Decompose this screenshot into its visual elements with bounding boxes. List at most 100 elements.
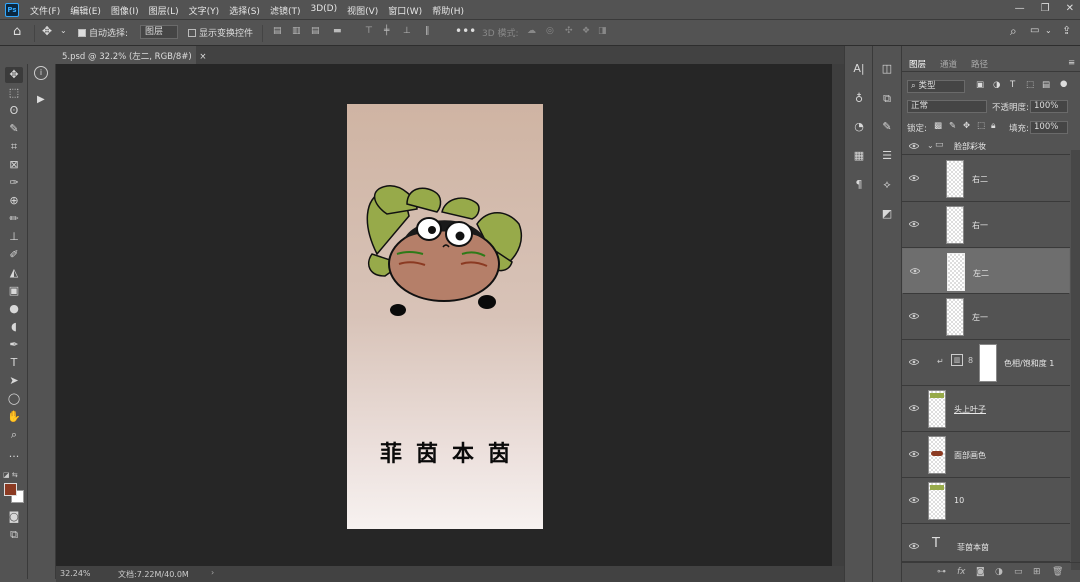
zoom-level[interactable]: 32.24% [60, 569, 91, 578]
status-arrow-icon[interactable]: › [211, 568, 214, 577]
layer-row-selected[interactable]: 左二 [902, 248, 1070, 294]
tab-channels[interactable]: 通道 [940, 58, 957, 70]
pen-tool-icon[interactable]: ✒ [5, 337, 23, 353]
visibility-eye-icon[interactable] [909, 450, 919, 458]
blur-tool-icon[interactable]: ● [5, 301, 23, 317]
visibility-eye-icon[interactable] [910, 267, 920, 275]
lock-image-icon[interactable]: ✎ [949, 121, 956, 131]
visibility-eye-icon[interactable] [909, 142, 919, 150]
clone-stamp-tool-icon[interactable]: ⊥ [5, 229, 23, 245]
learn-icon[interactable]: ♁ [850, 90, 868, 108]
marquee-tool-icon[interactable]: ⬚ [5, 85, 23, 101]
align-left-icon[interactable]: ▤ [273, 26, 282, 36]
filter-smart-object-icon[interactable]: ▤ [1042, 80, 1050, 90]
ellipse-tool-icon[interactable]: ◯ [5, 391, 23, 407]
visibility-eye-icon[interactable] [909, 542, 919, 550]
layer-row[interactable]: 右二 [902, 156, 1070, 202]
dodge-tool-icon[interactable]: ◖ [5, 319, 23, 335]
brush-settings-panel-icon[interactable]: ⟡ [878, 176, 896, 194]
gradient-tool-icon[interactable]: ▣ [5, 283, 23, 299]
chevron-down-icon[interactable]: ⌄ [1045, 26, 1052, 35]
vertical-scrollbar[interactable] [832, 64, 844, 566]
color-panel-icon[interactable]: ◔ [850, 118, 868, 136]
screen-mode-icon[interactable]: ⧉ [5, 527, 23, 543]
lasso-tool-icon[interactable]: ʘ [5, 103, 23, 119]
menu-window[interactable]: 窗口(W) [388, 4, 422, 17]
distribute-horizontal-icon[interactable]: ‖ [425, 26, 430, 36]
visibility-eye-icon[interactable] [909, 220, 919, 228]
close-button[interactable]: ✕ [1066, 3, 1074, 14]
menu-select[interactable]: 选择(S) [229, 4, 260, 17]
menu-help[interactable]: 帮助(H) [432, 4, 464, 17]
layer-row[interactable]: 右一 [902, 202, 1070, 248]
filter-shape-icon[interactable]: ⬚ [1026, 80, 1034, 90]
menu-3d[interactable]: 3D(D) [310, 4, 337, 17]
3d-orbit-icon[interactable]: ☁ [527, 26, 536, 36]
lock-position-icon[interactable]: ✥ [963, 121, 970, 131]
menu-edit[interactable]: 编辑(E) [70, 4, 101, 17]
libraries-panel-icon[interactable]: ◫ [878, 60, 896, 78]
more-options-icon[interactable]: ••• [455, 24, 476, 38]
menu-type[interactable]: 文字(Y) [189, 4, 220, 17]
filter-type-icon[interactable]: T [1010, 80, 1015, 90]
3d-scale-icon[interactable]: ◨ [598, 26, 607, 36]
swatches-panel-icon[interactable]: ▦ [850, 147, 868, 165]
3d-roll-icon[interactable]: ◎ [546, 26, 554, 36]
visibility-eye-icon[interactable] [909, 496, 919, 504]
foreground-color-swatch[interactable] [4, 483, 17, 496]
new-layer-icon[interactable]: ⊞ [1033, 567, 1041, 577]
close-tab-icon[interactable]: × [199, 52, 206, 62]
auto-select-checkbox[interactable]: 自动选择: [78, 26, 128, 39]
filter-adjustment-icon[interactable]: ◑ [993, 80, 1000, 90]
layers-scrollbar[interactable] [1071, 150, 1080, 570]
layer-row[interactable]: 10 [902, 478, 1070, 524]
delete-layer-icon[interactable]: 🗑︎ [1052, 567, 1063, 577]
path-select-tool-icon[interactable]: ➤ [5, 373, 23, 389]
info-icon[interactable]: i [34, 66, 48, 80]
move-tool-icon[interactable]: ✥ [42, 24, 52, 38]
menu-file[interactable]: 文件(F) [30, 4, 60, 17]
3d-slide-icon[interactable]: ❖ [582, 26, 590, 36]
menu-layer[interactable]: 图层(L) [149, 4, 179, 17]
visibility-eye-icon[interactable] [909, 174, 919, 182]
healing-brush-tool-icon[interactable]: ⊕ [5, 193, 23, 209]
align-right-icon[interactable]: ▤ [311, 26, 320, 36]
crop-tool-icon[interactable]: ⌗ [5, 139, 23, 155]
distribute-top-icon[interactable]: ⊤ [365, 26, 373, 36]
visibility-eye-icon[interactable] [909, 312, 919, 320]
workspace-icon[interactable]: ▭ [1030, 25, 1039, 36]
new-group-icon[interactable]: ▭ [1014, 567, 1023, 577]
move-tool-icon[interactable]: ✥ [5, 67, 23, 83]
search-icon[interactable]: ⌕ [1010, 24, 1017, 39]
layer-row-type[interactable]: T 菲茵本茵 [902, 524, 1070, 562]
fx-icon[interactable]: fx [957, 567, 966, 577]
zoom-tool-icon[interactable]: ⌕ [5, 427, 23, 443]
layer-row[interactable]: 面部画色 [902, 432, 1070, 478]
minimize-button[interactable]: — [1015, 3, 1025, 14]
tab-layers[interactable]: 图层 [909, 58, 926, 70]
adjustment-layer-icon[interactable]: ◑ [995, 567, 1003, 577]
hand-tool-icon[interactable]: ✋ [5, 409, 23, 425]
filter-kind-dropdown[interactable]: ⌕ 类型 [907, 80, 965, 93]
default-colors-icon[interactable]: ◪ ⇆ [3, 471, 18, 479]
layer-row-adjustment[interactable]: ↵ ▥ 8 色相/饱和度 1 [902, 340, 1070, 386]
panel-menu-icon[interactable]: ≡ [1068, 58, 1075, 68]
opacity-input[interactable]: 100% [1030, 100, 1068, 113]
layer-group-row[interactable]: ⌄ ▭ 脸部彩妆 [902, 138, 1070, 155]
frame-tool-icon[interactable]: ⊠ [5, 157, 23, 173]
visibility-eye-icon[interactable] [909, 404, 919, 412]
paragraph-panel-icon[interactable]: ¶ [850, 176, 868, 194]
lock-transparent-icon[interactable]: ▩ [934, 121, 942, 131]
eyedropper-tool-icon[interactable]: ✑ [5, 175, 23, 191]
chevron-down-icon[interactable]: ⌄ [60, 26, 67, 35]
link-layers-icon[interactable]: ⊶ [937, 567, 946, 577]
document-tab[interactable]: 5.psd @ 32.2% (左二, RGB/8#) × [56, 46, 207, 64]
document-canvas[interactable]: 菲茵本茵 [347, 104, 543, 529]
quick-mask-icon[interactable]: ◙ [5, 509, 23, 525]
restore-button[interactable]: ❐ [1041, 3, 1050, 14]
align-center-icon[interactable]: ▥ [292, 26, 301, 36]
menu-image[interactable]: 图像(I) [111, 4, 139, 17]
adjustments-panel-icon[interactable]: ⧉ [878, 90, 896, 108]
layer-row[interactable]: 头上叶子 [902, 386, 1070, 432]
character-panel-icon[interactable]: A| [850, 60, 868, 78]
